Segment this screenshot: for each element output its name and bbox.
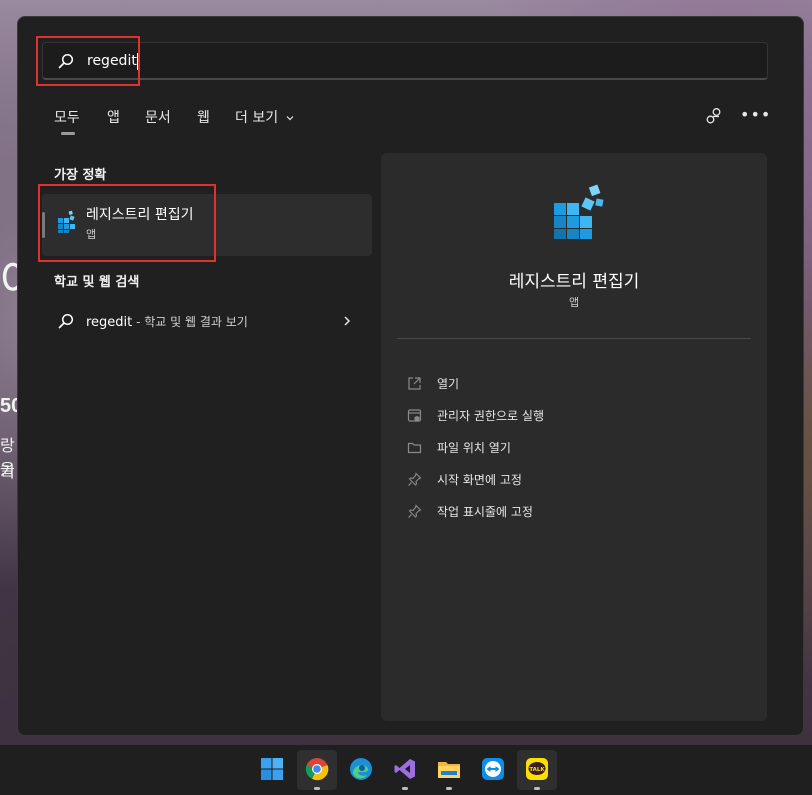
best-match-subtitle: 앱 [86,228,97,241]
action-open-file-location-label: 파일 위치 열기 [437,441,511,455]
search-icon [58,53,74,69]
taskbar: TALK [0,745,812,795]
text-caret [137,53,138,70]
divider [397,338,751,339]
tab-all[interactable]: 모두 [54,107,80,127]
action-pin-to-taskbar-label: 작업 표시줄에 고정 [437,505,533,519]
chevron-down-icon [286,116,293,121]
best-match-heading: 가장 정확 [54,168,107,183]
registry-editor-icon [58,210,75,233]
wallpaper-text-1: 어 [0,245,18,309]
detail-subtitle: 앱 [568,296,580,309]
web-search-query: regedit [86,315,133,330]
tab-documents[interactable]: 문서 [145,107,171,127]
open-external-icon [408,377,421,390]
chevron-right-icon [344,316,351,326]
web-search-text: regedit - 학교 및 웹 결과 보기 [86,313,248,330]
chrome-icon [305,758,329,781]
more-options-button[interactable]: ••• [740,105,770,125]
ellipsis-icon: ••• [740,105,772,124]
kakaotalk-label: TALK [529,767,545,773]
wallpaper-text-2: 50 [0,395,18,417]
taskbar-teamviewer[interactable] [473,750,513,790]
detail-title: 레지스트리 편집기 [508,272,640,292]
wallpaper-text-4: 기 [0,464,15,481]
action-run-as-admin-label: 관리자 권한으로 실행 [437,409,544,423]
running-indicator [446,787,452,790]
result-detail-pane: 레지스트리 편집기 앱 열기 관리자 권한으로 실행 파일 위치 열기 시작 화… [381,153,767,721]
edge-icon [350,758,372,780]
running-indicator [314,787,320,790]
taskbar-file-explorer[interactable] [429,750,469,790]
tab-more[interactable]: 더 보기 [235,107,295,127]
start-menu-search-panel: 모두 앱 문서 웹 더 보기 ••• 가장 정확 레지스트리 편집기 앱 [17,16,804,736]
admin-shield-icon [407,409,422,422]
taskbar-visual-studio[interactable] [385,750,425,790]
best-match-title: 레지스트리 편집기 [86,207,194,223]
best-match-result[interactable]: 레지스트리 편집기 앱 [42,194,372,256]
tab-web[interactable]: 웹 [197,107,210,127]
selection-accent [42,212,45,238]
windows-start-icon [261,758,283,780]
pin-icon [408,472,422,486]
taskbar-edge[interactable] [341,750,381,790]
folder-icon [407,442,422,454]
pin-icon [408,504,422,518]
search-box[interactable] [42,42,768,80]
tab-more-label: 더 보기 [235,110,279,126]
share-icon[interactable] [705,107,723,125]
search-icon [58,313,74,329]
web-search-heading: 학교 및 웹 검색 [54,275,140,290]
taskbar-kakaotalk[interactable]: TALK [517,750,557,790]
wallpaper-text-fragment: 어 50 랑을 기 [0,245,18,485]
taskbar-chrome[interactable] [297,750,337,790]
running-indicator [402,787,408,790]
registry-editor-large-icon [554,184,604,239]
action-open-label: 열기 [437,377,460,391]
tab-apps[interactable]: 앱 [107,107,120,127]
action-pin-to-start-label: 시작 화면에 고정 [437,473,522,487]
visual-studio-icon [394,759,415,779]
taskbar-start-button[interactable] [252,750,292,790]
web-search-suffix: - 학교 및 웹 결과 보기 [132,315,248,329]
running-indicator [534,787,540,790]
search-input[interactable] [87,49,727,73]
web-search-result[interactable]: regedit - 학교 및 웹 결과 보기 [42,303,372,339]
teamviewer-icon [482,758,504,780]
tab-selected-indicator [61,132,75,135]
file-explorer-icon [438,762,460,778]
kakaotalk-icon: TALK [526,758,548,780]
